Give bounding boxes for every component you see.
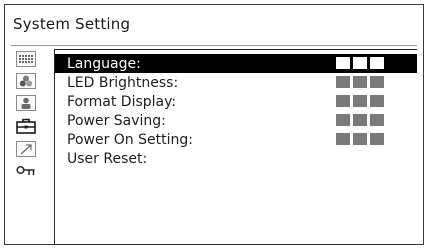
value-indicator — [336, 133, 384, 145]
menu-item-user-reset[interactable]: User Reset: — [55, 149, 417, 168]
title-divider — [11, 45, 417, 46]
menu-item-label: Power Saving: — [67, 112, 166, 129]
menu-item-power-saving[interactable]: Power Saving: — [55, 111, 417, 130]
menu-item-label: Power On Setting: — [67, 131, 193, 148]
menu-item-label: User Reset: — [67, 150, 148, 167]
menu-item-language[interactable]: Language: — [55, 54, 417, 73]
menu-item-power-on-setting[interactable]: Power On Setting: — [55, 130, 417, 149]
page-title: System Setting — [13, 15, 131, 33]
menu-item-format-display[interactable]: Format Display: — [55, 92, 417, 111]
value-indicator — [336, 76, 384, 88]
arrow-diagonal-icon[interactable] — [16, 141, 36, 157]
menu-item-label: Format Display: — [67, 93, 177, 110]
value-indicator — [336, 57, 384, 69]
toolbox-icon[interactable] — [15, 117, 37, 135]
menu-item-label: Language: — [67, 55, 141, 72]
osd-window: System Setting Language: LED Brightness:… — [4, 4, 424, 245]
value-indicator — [336, 114, 384, 126]
settings-menu: Language: LED Brightness: Format Display… — [54, 49, 417, 245]
key-icon[interactable] — [15, 162, 37, 180]
menu-item-led-brightness[interactable]: LED Brightness: — [55, 73, 417, 92]
menu-item-label: LED Brightness: — [67, 74, 179, 91]
dots-grid-icon[interactable] — [16, 51, 36, 67]
person-icon[interactable] — [16, 95, 36, 111]
value-indicator — [336, 95, 384, 107]
color-circles-icon[interactable] — [16, 73, 36, 89]
